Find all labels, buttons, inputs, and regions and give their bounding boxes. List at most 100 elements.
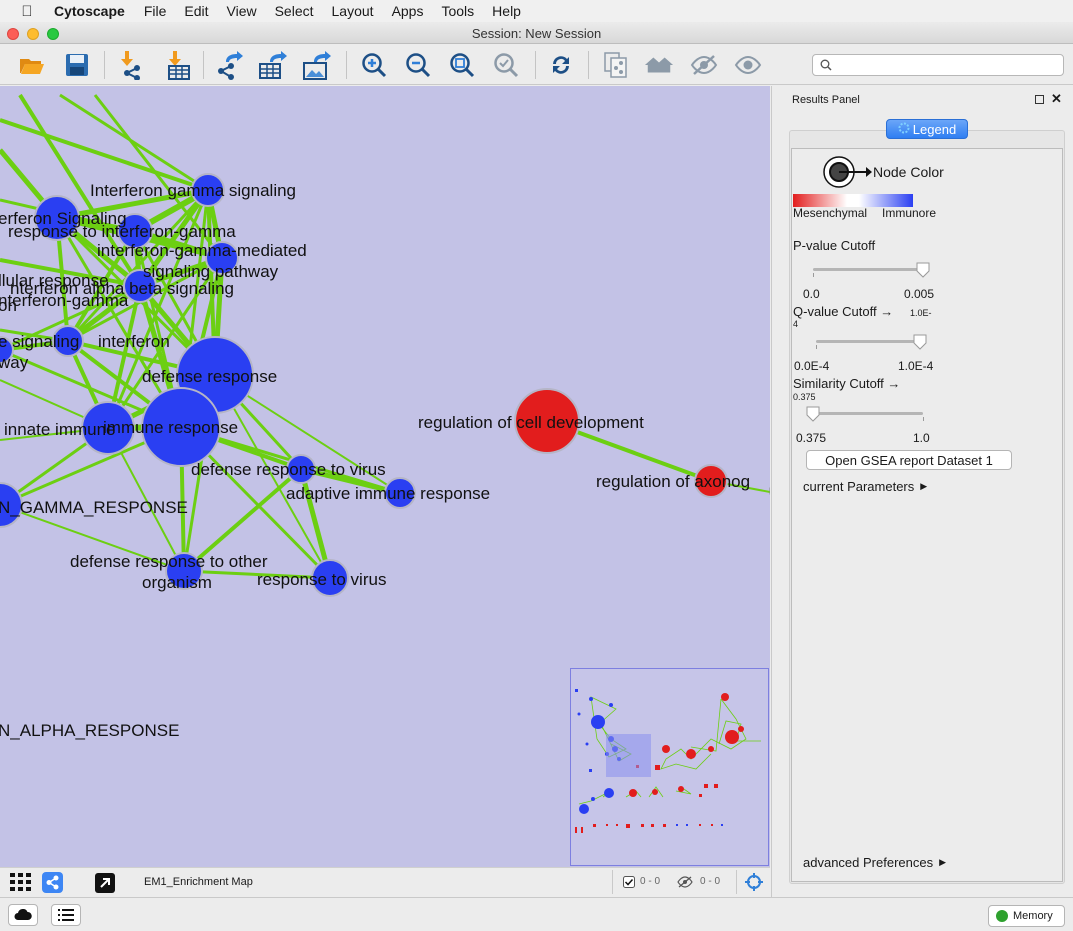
save-session-icon[interactable] xyxy=(62,50,92,80)
new-network-from-selection-icon[interactable] xyxy=(601,50,631,80)
similarity-slider-track[interactable] xyxy=(813,412,923,415)
overview-viewport[interactable] xyxy=(606,734,651,777)
window-title: Session: New Session xyxy=(471,26,602,41)
menu-edit[interactable]: Edit xyxy=(175,3,217,19)
toolbar-separator xyxy=(104,51,105,79)
open-gsea-report-button[interactable]: Open GSEA report Dataset 1 xyxy=(806,450,1012,470)
similarity-slider-thumb[interactable] xyxy=(806,406,820,422)
menu-file[interactable]: File xyxy=(135,3,176,19)
legend-content: Node Color Mesenchymal Immunore P-value … xyxy=(791,148,1063,882)
node-label: nterferon-gamma xyxy=(0,291,129,310)
zoom-out-icon[interactable] xyxy=(403,50,433,80)
show-icon[interactable] xyxy=(733,50,763,80)
menu-select[interactable]: Select xyxy=(266,3,323,19)
export-table-icon[interactable] xyxy=(258,50,288,80)
zoom-fit-icon[interactable] xyxy=(447,50,477,80)
apply-layout-icon[interactable] xyxy=(546,50,576,80)
legend-tab-icon xyxy=(898,122,910,137)
node-label: interferon xyxy=(98,332,170,351)
node-label: e signaling xyxy=(0,332,79,351)
app-menu[interactable]: Cytoscape xyxy=(54,3,135,19)
advanced-preferences-label: advanced Preferences xyxy=(803,855,934,870)
node-label: adaptive immune response xyxy=(286,484,490,503)
search-input[interactable] xyxy=(837,56,1059,74)
hide-icon[interactable] xyxy=(689,50,719,80)
node-label: way xyxy=(0,353,29,372)
open-session-icon[interactable] xyxy=(17,50,47,80)
pvalue-slider-thumb[interactable] xyxy=(916,262,930,278)
qvalue-slider-thumb[interactable] xyxy=(913,334,927,350)
menu-help[interactable]: Help xyxy=(483,3,530,19)
node-label: regulation of cell development xyxy=(418,413,644,432)
import-table-icon[interactable] xyxy=(162,50,192,80)
status-bar: Memory xyxy=(0,897,1073,931)
toolbar-separator xyxy=(203,51,204,79)
selected-checkbox-icon xyxy=(623,876,635,891)
search-icon xyxy=(820,59,832,71)
advanced-preferences-toggle[interactable]: advanced Preferences ▶ xyxy=(803,855,946,870)
list-icon xyxy=(58,909,74,921)
node-label: defense response xyxy=(142,367,277,386)
node-label: interferon-gamma-mediated xyxy=(97,241,307,260)
disclosure-triangle-icon: ▶ xyxy=(920,481,928,491)
results-panel-title: Results Panel xyxy=(792,94,860,106)
search-field[interactable] xyxy=(812,54,1064,76)
cloud-button[interactable] xyxy=(8,904,38,926)
similarity-max-label: 1.0 xyxy=(913,431,930,445)
zoom-selected-icon[interactable] xyxy=(491,50,521,80)
memory-button[interactable]: Memory xyxy=(988,905,1065,927)
node-label: defense response to other xyxy=(70,552,268,571)
similarity-current-value: 0.375 xyxy=(793,392,816,402)
import-network-icon[interactable] xyxy=(116,50,146,80)
close-panel-icon[interactable]: ✕ xyxy=(1051,91,1062,107)
toolbar-separator xyxy=(588,51,589,79)
hidden-eye-icon xyxy=(677,876,693,891)
node-label: on xyxy=(0,296,17,315)
pvalue-slider-track[interactable] xyxy=(813,268,923,271)
export-image-icon[interactable] xyxy=(302,50,332,80)
apple-menu-icon[interactable]:  xyxy=(0,3,54,20)
divider xyxy=(736,870,737,894)
menu-view[interactable]: View xyxy=(218,3,266,19)
node-label: organism xyxy=(142,573,212,592)
current-parameters-toggle[interactable]: current Parameters ▶ xyxy=(803,479,927,494)
qvalue-current-value: 1.0E- xyxy=(910,308,932,318)
qvalue-slider-track[interactable] xyxy=(816,340,920,343)
node-color-icon xyxy=(822,155,874,192)
hidden-count: 0 - 0 xyxy=(700,876,721,887)
qvalue-max-label: 1.0E-4 xyxy=(898,359,934,373)
float-panel-icon[interactable] xyxy=(1035,95,1044,104)
detach-view-icon[interactable] xyxy=(95,873,115,893)
menu-apps[interactable]: Apps xyxy=(383,3,433,19)
toolbar xyxy=(0,45,1073,85)
export-network-icon[interactable] xyxy=(214,50,244,80)
toolbar-separator xyxy=(346,51,347,79)
grid-view-icon[interactable] xyxy=(10,873,32,894)
similarity-min-label: 0.375 xyxy=(796,431,827,445)
menu-tools[interactable]: Tools xyxy=(432,3,483,19)
node-label: Interferon gamma signaling xyxy=(90,181,296,200)
qvalue-current-exponent: 4 xyxy=(793,319,799,329)
node-label: N_ALPHA_RESPONSE xyxy=(0,721,179,740)
task-list-button[interactable] xyxy=(51,904,81,926)
window-titlebar: Session: New Session xyxy=(0,22,1073,44)
node-label: defense response to virus xyxy=(191,460,386,479)
menu-layout[interactable]: Layout xyxy=(323,3,383,19)
node-label: immune response xyxy=(103,418,238,437)
toggle-navigator-icon[interactable] xyxy=(744,872,764,895)
zoom-in-icon[interactable] xyxy=(359,50,389,80)
node-label: N_GAMMA_RESPONSE xyxy=(0,498,188,517)
pvalue-cutoff-label: P-value Cutoff xyxy=(793,238,876,253)
slider-tick xyxy=(813,273,814,277)
network-canvas[interactable]: Interferon gamma signaling erferon Signa… xyxy=(0,86,770,867)
network-overview-navigator[interactable] xyxy=(570,668,769,866)
divider xyxy=(612,870,613,894)
show-all-icon[interactable] xyxy=(644,50,674,80)
tab-legend[interactable]: Legend xyxy=(886,119,968,139)
disclosure-triangle-icon: ▶ xyxy=(939,857,947,867)
node-label: response to interferon-gamma xyxy=(8,222,236,241)
network-view-icon[interactable] xyxy=(42,872,63,893)
node-label: regulation of axonog xyxy=(596,472,750,491)
network-view-bar: EM1_Enrichment Map 0 - 0 0 - 0 xyxy=(0,867,770,897)
results-panel: Results Panel ✕ Legend Node Color Mesenc… xyxy=(771,86,1073,897)
